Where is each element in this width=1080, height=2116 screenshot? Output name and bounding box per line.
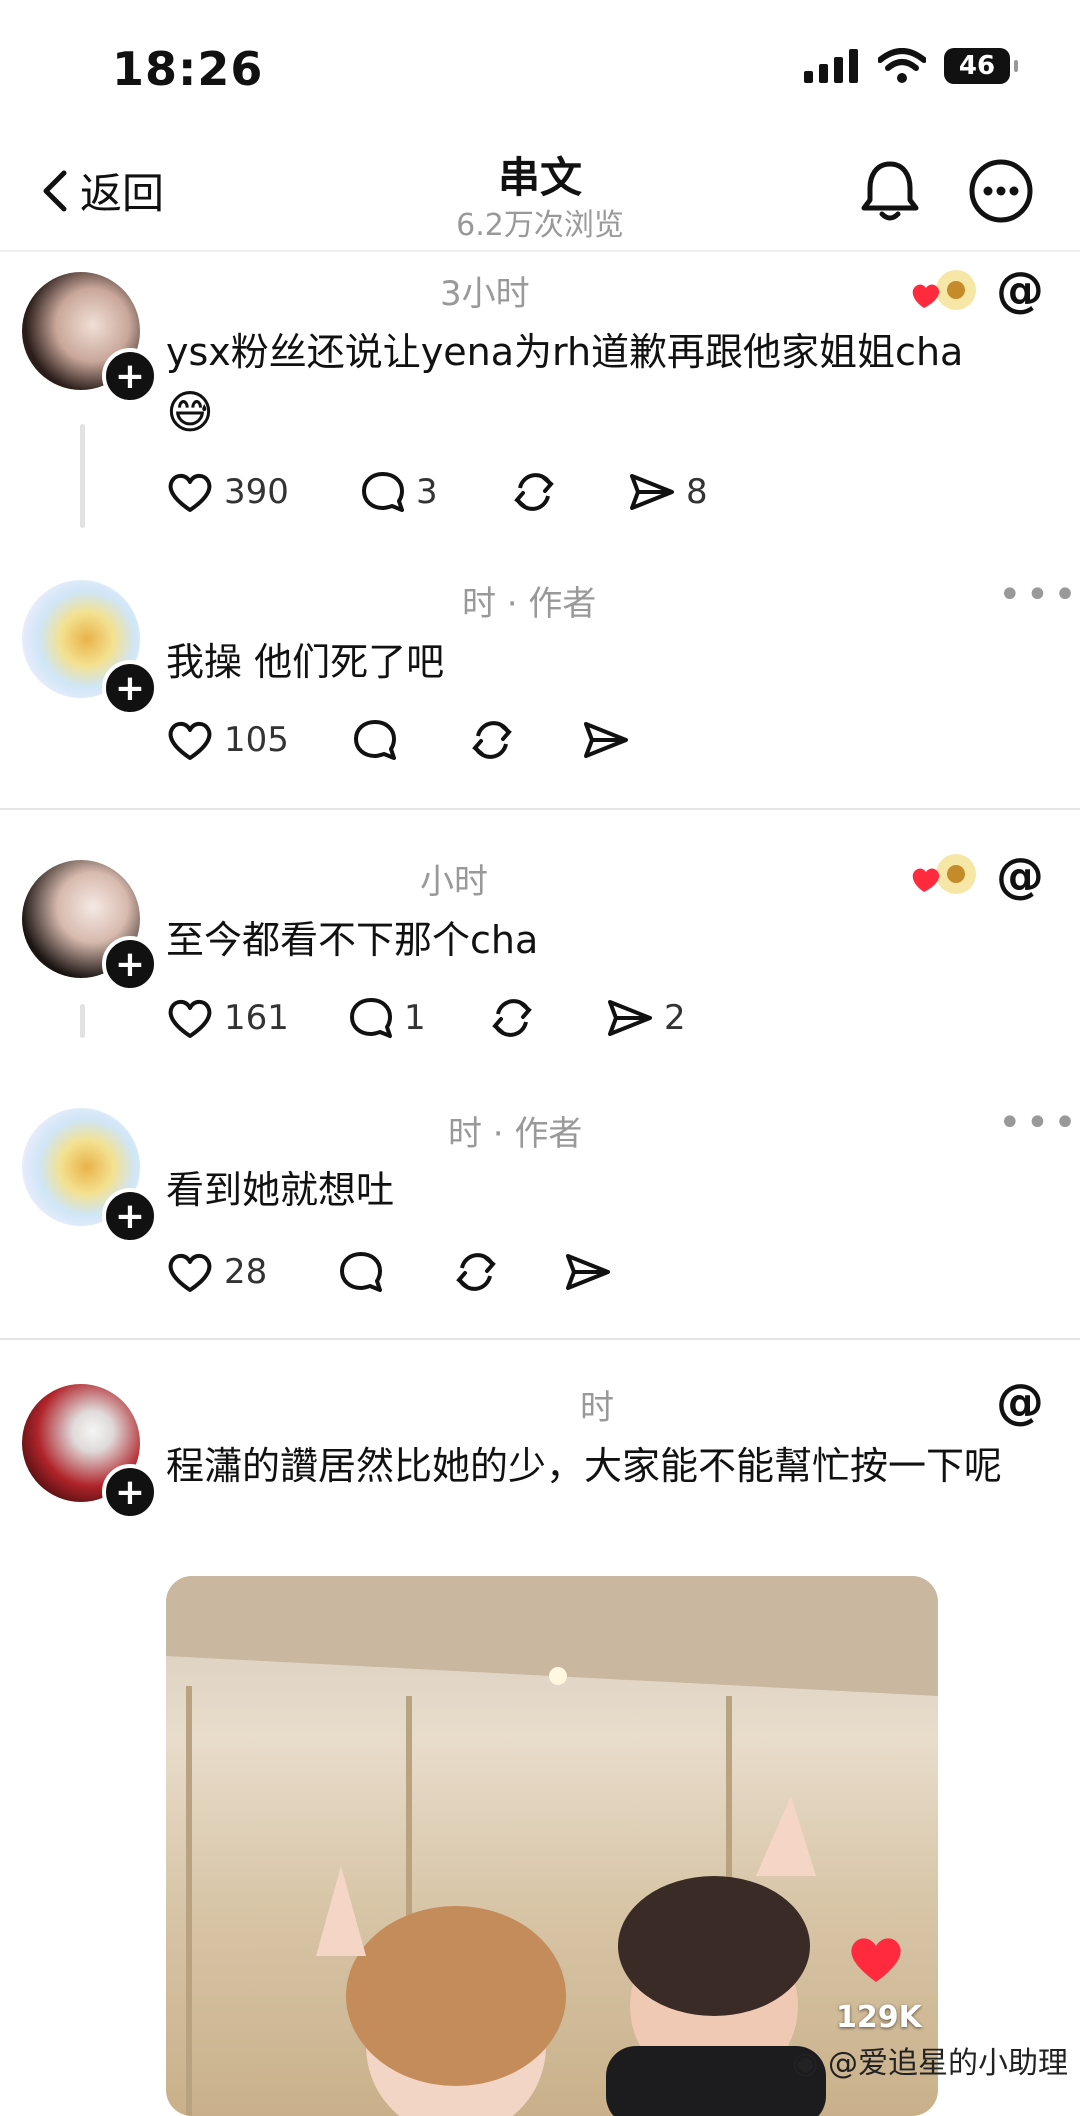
notifications-button[interactable]	[858, 158, 922, 228]
repost-icon	[456, 1253, 496, 1291]
like-count: 390	[224, 472, 289, 512]
plus-icon: +	[114, 667, 146, 709]
threads-icon[interactable]: @	[996, 262, 1044, 318]
plus-icon: +	[114, 943, 146, 985]
post-text: 看到她就想吐	[166, 1168, 395, 1212]
action-bar: 161 1 2	[166, 996, 686, 1040]
post-text: 至今都看不下那个cha	[166, 918, 539, 962]
like-count: 161	[224, 998, 289, 1038]
video-scene	[166, 1576, 938, 2116]
signal-icon	[804, 49, 858, 83]
liked-by-author-badge	[908, 854, 978, 906]
comment-icon	[340, 1252, 382, 1292]
like-button[interactable]: 390	[166, 470, 360, 514]
post-time: 时	[580, 1388, 614, 1428]
post-text: 我操 他们死了吧	[166, 640, 445, 684]
post-time: 小时	[420, 862, 488, 902]
header-divider	[0, 250, 1080, 252]
plus-icon: +	[114, 355, 146, 397]
post-more-button[interactable]: •••	[998, 572, 1080, 618]
repost-icon	[492, 999, 532, 1037]
repost-button[interactable]	[510, 470, 628, 514]
post-more-button[interactable]: •••	[998, 1100, 1080, 1146]
post-time: 时 · 作者	[448, 1114, 583, 1154]
follow-button[interactable]: +	[102, 1464, 158, 1520]
like-button[interactable]: 161	[166, 996, 348, 1040]
follow-button[interactable]: +	[102, 660, 158, 716]
comment-button[interactable]	[352, 718, 468, 762]
heart-icon	[168, 721, 212, 760]
battery-indicator: 46	[944, 48, 1018, 84]
share-count: 2	[664, 998, 686, 1038]
post-divider	[0, 808, 1080, 810]
comment-icon	[362, 472, 404, 512]
comment-icon	[354, 720, 396, 760]
action-bar: 105	[166, 718, 630, 762]
post-text: 程瀟的讚居然比她的少，大家能不能幫忙按一下呢	[166, 1444, 1003, 1488]
share-button[interactable]: 2	[606, 996, 686, 1040]
send-icon	[608, 1000, 652, 1036]
liked-by-author-badge	[908, 270, 978, 322]
heart-badge-icon	[912, 270, 976, 310]
post-time: 3小时	[440, 274, 530, 314]
comment-count: 1	[404, 998, 426, 1038]
video-thumbnail[interactable]: 129K	[166, 1576, 938, 2116]
threads-icon[interactable]: @	[996, 848, 1044, 904]
post-time: 时 · 作者	[462, 584, 597, 624]
action-bar: 28	[166, 1250, 612, 1294]
like-count: 105	[224, 720, 289, 760]
repost-icon	[472, 721, 512, 759]
comment-button[interactable]	[338, 1250, 452, 1294]
like-button[interactable]: 105	[166, 718, 352, 762]
send-icon	[630, 474, 674, 510]
status-time: 18:26	[112, 42, 264, 96]
heart-icon	[168, 1253, 212, 1292]
action-bar: 390 3 8	[166, 470, 738, 514]
follow-button[interactable]: +	[102, 936, 158, 992]
heart-icon	[168, 473, 212, 512]
bell-icon	[861, 161, 919, 221]
plus-icon: +	[114, 1471, 146, 1513]
post-text: ysx粉丝还说让yena为rh道歉再跟他家姐姐cha	[166, 330, 964, 374]
repost-button[interactable]	[452, 1250, 564, 1294]
comment-button[interactable]: 1	[348, 996, 488, 1040]
like-button[interactable]: 28	[166, 1250, 338, 1294]
more-icon	[969, 159, 1033, 223]
send-icon	[584, 722, 628, 758]
send-icon	[566, 1254, 610, 1290]
follow-button[interactable]: +	[102, 348, 158, 404]
like-count: 28	[224, 1252, 268, 1292]
threads-icon[interactable]: @	[996, 1374, 1044, 1430]
thread-line	[80, 424, 85, 528]
weibo-icon: ◉	[792, 2046, 819, 2081]
repost-button[interactable]	[468, 718, 582, 762]
follow-button[interactable]: +	[102, 1188, 158, 1244]
status-icons: 46	[804, 48, 1018, 84]
share-button[interactable]	[564, 1250, 612, 1294]
comment-icon	[350, 998, 392, 1038]
video-like-count: 129K	[836, 2000, 922, 2035]
share-button[interactable]	[582, 718, 630, 762]
share-count: 8	[686, 472, 708, 512]
post-emoji: 😅	[166, 385, 214, 439]
thread-line	[80, 1004, 85, 1038]
comment-count: 3	[416, 472, 438, 512]
heart-badge-icon	[912, 854, 976, 894]
heart-icon	[168, 999, 212, 1038]
heart-icon[interactable]	[846, 1932, 906, 1986]
wifi-icon	[878, 48, 926, 83]
repost-button[interactable]	[488, 996, 606, 1040]
watermark: ◉ @爱追星的小助理	[792, 2038, 1068, 2082]
repost-icon	[514, 473, 554, 511]
comment-button[interactable]: 3	[360, 470, 510, 514]
share-button[interactable]: 8	[628, 470, 738, 514]
more-options-button[interactable]	[968, 158, 1034, 228]
plus-icon: +	[114, 1195, 146, 1237]
post-divider	[0, 1338, 1080, 1340]
watermark-text: @爱追星的小助理	[828, 2046, 1068, 2081]
